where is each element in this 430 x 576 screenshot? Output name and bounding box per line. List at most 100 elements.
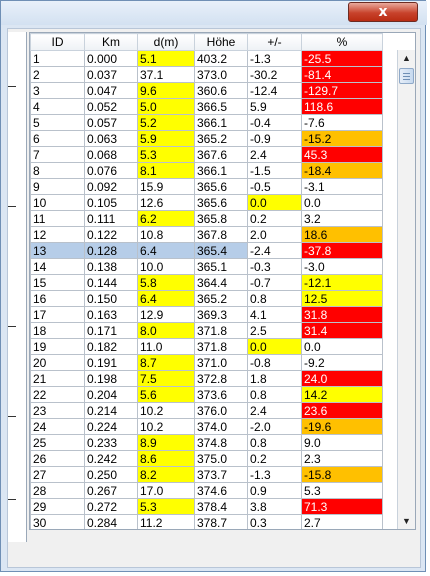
cell-distance[interactable]: 8.9 (137, 434, 195, 451)
cell-km[interactable]: 0.057 (84, 114, 138, 131)
cell-height[interactable]: 373.6 (194, 386, 248, 403)
cell-distance[interactable]: 7.5 (137, 370, 195, 387)
cell-id[interactable]: 18 (30, 322, 85, 339)
cell-percent[interactable]: 31.8 (301, 306, 383, 323)
cell-km[interactable]: 0.047 (84, 82, 138, 99)
cell-distance[interactable]: 5.3 (137, 498, 195, 515)
cell-percent[interactable]: -15.2 (301, 130, 383, 147)
cell-height[interactable]: 367.6 (194, 146, 248, 163)
cell-distance[interactable]: 6.4 (137, 290, 195, 307)
table-row[interactable]: 6 0.063 5.9 365.2 -0.9 -15.2 (30, 130, 383, 147)
cell-km[interactable]: 0.063 (84, 130, 138, 147)
cell-km[interactable]: 0.204 (84, 386, 138, 403)
cell-distance[interactable]: 8.7 (137, 354, 195, 371)
cell-id[interactable]: 8 (30, 162, 85, 179)
cell-percent[interactable]: 9.0 (301, 434, 383, 451)
cell-km[interactable]: 0.182 (84, 338, 138, 355)
cell-id[interactable]: 17 (30, 306, 85, 323)
cell-id[interactable]: 4 (30, 98, 85, 115)
cell-percent[interactable]: 2.3 (301, 450, 383, 467)
cell-km[interactable]: 0.171 (84, 322, 138, 339)
cell-id[interactable]: 23 (30, 402, 85, 419)
cell-percent[interactable]: 24.0 (301, 370, 383, 387)
cell-height[interactable]: 374.6 (194, 482, 248, 499)
cell-percent[interactable]: 23.6 (301, 402, 383, 419)
cell-percent[interactable]: -12.1 (301, 274, 383, 291)
cell-percent[interactable]: -81.4 (301, 66, 383, 83)
cell-height[interactable]: 367.8 (194, 226, 248, 243)
cell-km[interactable]: 0.138 (84, 258, 138, 275)
cell-distance[interactable]: 10.2 (137, 418, 195, 435)
cell-percent[interactable]: 12.5 (301, 290, 383, 307)
cell-km[interactable]: 0.111 (84, 210, 138, 227)
cell-difference[interactable]: -0.3 (247, 258, 302, 275)
cell-difference[interactable]: 3.8 (247, 498, 302, 515)
cell-distance[interactable]: 11.2 (137, 514, 195, 529)
table-row[interactable]: 16 0.150 6.4 365.2 0.8 12.5 (30, 290, 383, 307)
table-row[interactable]: 5 0.057 5.2 366.1 -0.4 -7.6 (30, 114, 383, 131)
cell-km[interactable]: 0.052 (84, 98, 138, 115)
cell-height[interactable]: 371.8 (194, 322, 248, 339)
table-row[interactable]: 12 0.122 10.8 367.8 2.0 18.6 (30, 226, 383, 243)
column-header-difference[interactable]: +/- (247, 33, 302, 51)
cell-difference[interactable]: -0.5 (247, 178, 302, 195)
cell-height[interactable]: 360.6 (194, 82, 248, 99)
cell-difference[interactable]: -0.7 (247, 274, 302, 291)
cell-distance[interactable]: 8.0 (137, 322, 195, 339)
cell-km[interactable]: 0.128 (84, 242, 138, 259)
cell-id[interactable]: 12 (30, 226, 85, 243)
triangle-down-icon[interactable]: ▼ (398, 513, 415, 529)
cell-height[interactable]: 378.4 (194, 498, 248, 515)
cell-difference[interactable]: -0.4 (247, 114, 302, 131)
cell-distance[interactable]: 10.2 (137, 402, 195, 419)
cell-km[interactable]: 0.076 (84, 162, 138, 179)
vertical-scrollbar[interactable]: ▲ ▼ (397, 50, 415, 529)
cell-distance[interactable]: 37.1 (137, 66, 195, 83)
cell-difference[interactable]: -0.9 (247, 130, 302, 147)
column-header-distance[interactable]: d(m) (137, 33, 195, 51)
cell-km[interactable]: 0.122 (84, 226, 138, 243)
cell-distance[interactable]: 5.9 (137, 130, 195, 147)
cell-id[interactable]: 13 (30, 242, 85, 259)
cell-difference[interactable]: 0.8 (247, 386, 302, 403)
cell-percent[interactable]: 5.3 (301, 482, 383, 499)
cell-id[interactable]: 28 (30, 482, 85, 499)
cell-id[interactable]: 16 (30, 290, 85, 307)
table-row[interactable]: 13 0.128 6.4 365.4 -2.4 -37.8 (30, 242, 383, 259)
cell-distance[interactable]: 17.0 (137, 482, 195, 499)
cell-difference[interactable]: -0.8 (247, 354, 302, 371)
cell-percent[interactable]: 0.0 (301, 338, 383, 355)
cell-km[interactable]: 0.198 (84, 370, 138, 387)
cell-id[interactable]: 27 (30, 466, 85, 483)
cell-km[interactable]: 0.272 (84, 498, 138, 515)
cell-difference[interactable]: 0.2 (247, 450, 302, 467)
cell-percent[interactable]: -7.6 (301, 114, 383, 131)
cell-km[interactable]: 0.105 (84, 194, 138, 211)
cell-km[interactable]: 0.267 (84, 482, 138, 499)
table-row[interactable]: 22 0.204 5.6 373.6 0.8 14.2 (30, 386, 383, 403)
table-row[interactable]: 27 0.250 8.2 373.7 -1.3 -15.8 (30, 466, 383, 483)
table-row[interactable]: 18 0.171 8.0 371.8 2.5 31.4 (30, 322, 383, 339)
cell-distance[interactable]: 8.6 (137, 450, 195, 467)
cell-percent[interactable]: -129.7 (301, 82, 383, 99)
cell-distance[interactable]: 10.8 (137, 226, 195, 243)
cell-difference[interactable]: 5.9 (247, 98, 302, 115)
cell-id[interactable]: 2 (30, 66, 85, 83)
cell-height[interactable]: 372.8 (194, 370, 248, 387)
cell-id[interactable]: 19 (30, 338, 85, 355)
table-row[interactable]: 10 0.105 12.6 365.6 0.0 0.0 (30, 194, 383, 211)
cell-km[interactable]: 0.037 (84, 66, 138, 83)
cell-height[interactable]: 403.2 (194, 50, 248, 67)
table-row[interactable]: 20 0.191 8.7 371.0 -0.8 -9.2 (30, 354, 383, 371)
cell-distance[interactable]: 12.6 (137, 194, 195, 211)
cell-percent[interactable]: 0.0 (301, 194, 383, 211)
cell-height[interactable]: 375.0 (194, 450, 248, 467)
cell-percent[interactable]: -19.6 (301, 418, 383, 435)
cell-difference[interactable]: 0.2 (247, 210, 302, 227)
cell-percent[interactable]: -18.4 (301, 162, 383, 179)
table-row[interactable]: 17 0.163 12.9 369.3 4.1 31.8 (30, 306, 383, 323)
cell-km[interactable]: 0.092 (84, 178, 138, 195)
cell-distance[interactable]: 10.0 (137, 258, 195, 275)
cell-height[interactable]: 378.7 (194, 514, 248, 529)
cell-difference[interactable]: 1.8 (247, 370, 302, 387)
